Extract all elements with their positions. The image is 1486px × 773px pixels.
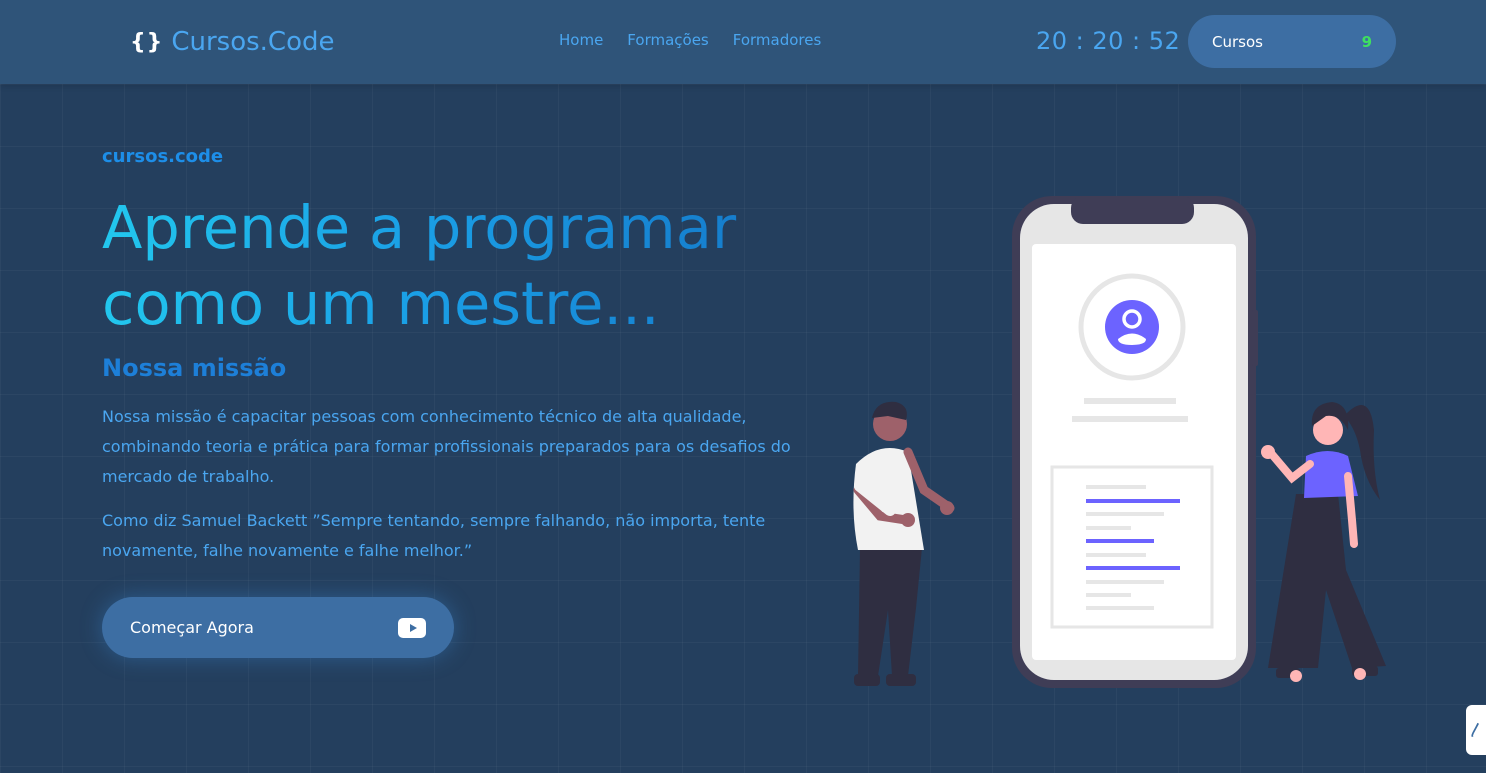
logo[interactable]: {} Cursos.Code <box>130 22 334 62</box>
woman-figure-illustration <box>1261 402 1386 682</box>
mission-paragraph: Nossa missão é capacitar pessoas com con… <box>102 407 791 486</box>
start-now-button[interactable]: Começar Agora <box>102 597 454 658</box>
mission-title: Nossa missão <box>102 354 287 382</box>
main-nav: Home Formações Formadores <box>559 31 821 49</box>
phone-illustration <box>1012 196 1258 688</box>
hero-eyebrow: cursos.code <box>102 146 224 167</box>
clock: 20 : 20 : 52 <box>1036 27 1181 55</box>
nav-formacoes[interactable]: Formações <box>627 31 708 49</box>
courses-cart-button[interactable]: Cursos 9 <box>1188 15 1396 68</box>
nav-formadores[interactable]: Formadores <box>733 31 822 49</box>
start-now-label: Começar Agora <box>130 618 254 637</box>
cart-count-badge: 9 <box>1361 32 1372 51</box>
chart-widget-icon[interactable]: 〳 <box>1466 705 1486 755</box>
hero-illustration <box>853 196 1386 688</box>
logo-text: Cursos.Code <box>171 27 335 57</box>
quote-paragraph: Como diz Samuel Backett ”Sempre tentando… <box>102 511 766 560</box>
top-navbar: {} Cursos.Code Home Formações Formadores… <box>0 0 1486 84</box>
nav-home[interactable]: Home <box>559 31 603 49</box>
code-braces-icon: {} <box>130 29 164 55</box>
cart-label: Cursos <box>1212 32 1263 51</box>
man-figure-illustration <box>853 401 955 686</box>
youtube-play-icon <box>398 617 426 638</box>
hero-headline: Aprende a programar como um mestre... <box>102 190 802 342</box>
